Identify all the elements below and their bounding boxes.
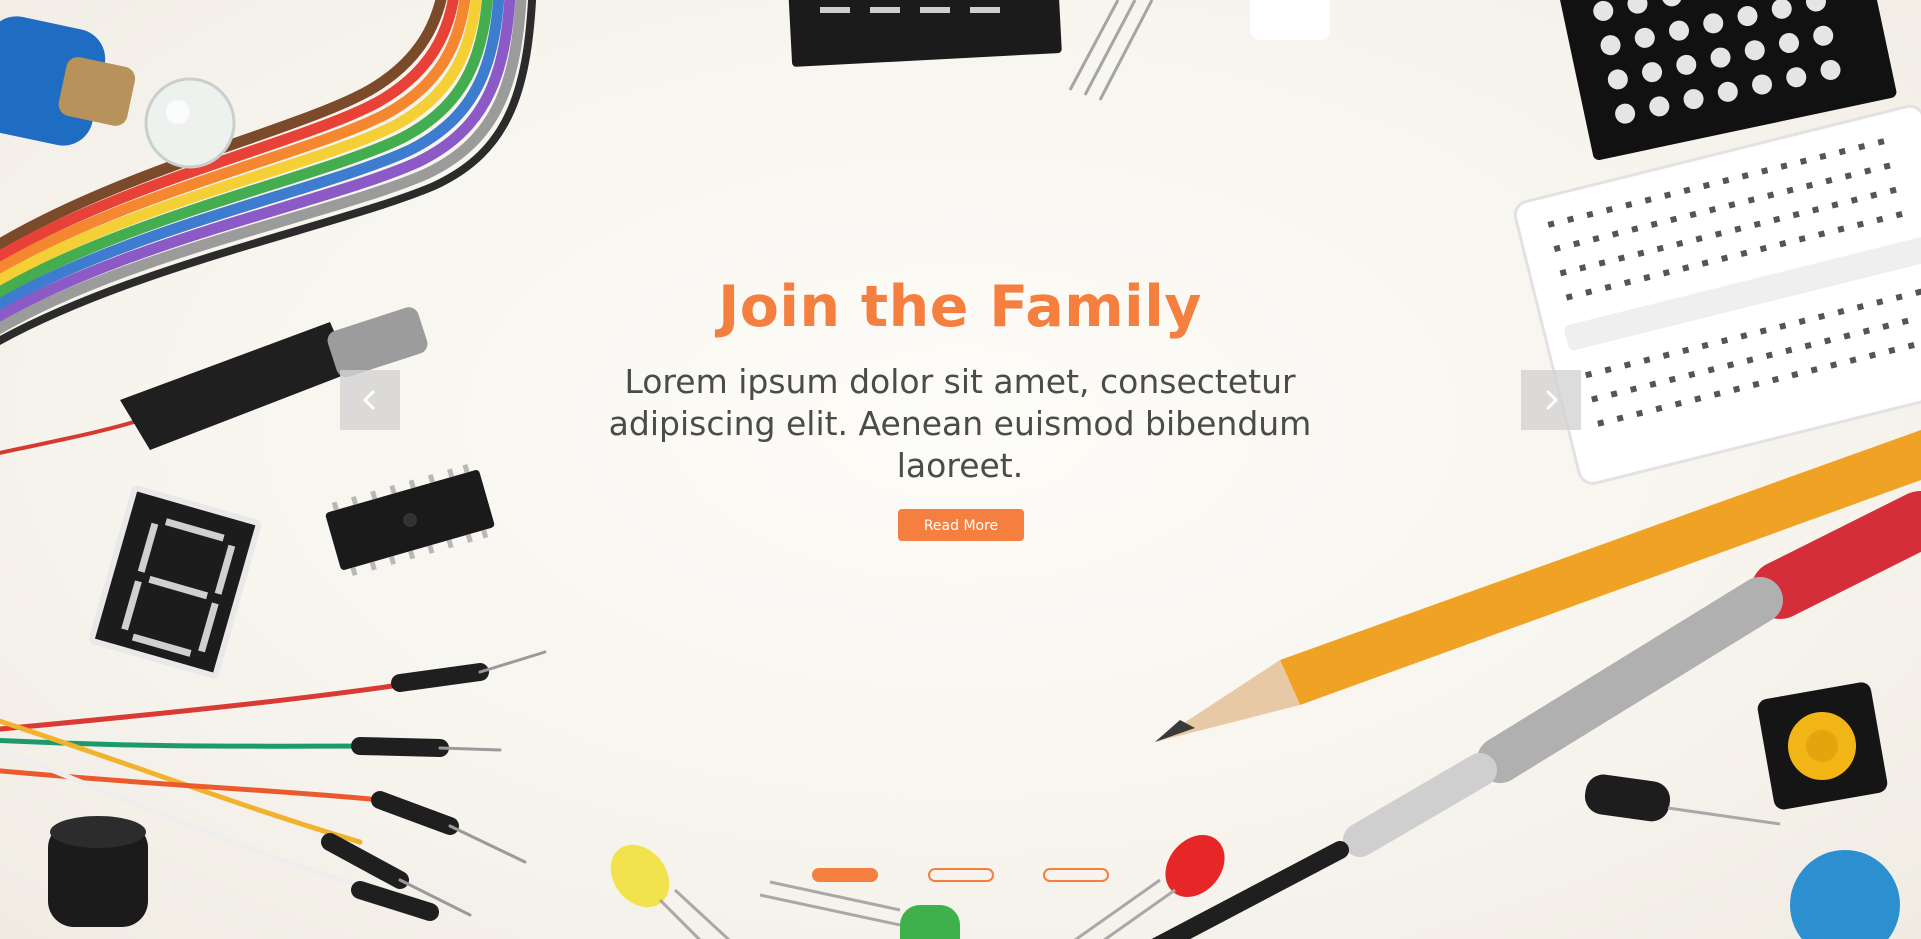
hero-title: Join the Family [718,274,1202,340]
hero-description: Lorem ipsum dolor sit amet, consectetur … [608,362,1312,485]
light-bulb-image [0,16,236,169]
push-button-image [1757,682,1888,810]
carousel-indicators [812,868,1112,882]
hero-content: Join the Family Lorem ipsum dolor sit am… [460,272,1460,487]
hero-banner: Join the Family Lorem ipsum dolor sit am… [0,0,1921,939]
seven-segment-display-image [88,485,262,679]
carousel-next-button[interactable] [1521,370,1581,430]
carousel-indicator-1[interactable] [812,868,878,882]
carousel-indicator-3[interactable] [1043,868,1109,882]
top-display-image [788,0,1330,101]
buzzer-image [48,816,148,927]
read-more-button[interactable]: Read More [898,509,1024,541]
chevron-right-icon [1546,390,1558,410]
chevron-left-icon [363,390,375,410]
carousel-prev-button[interactable] [340,370,400,430]
carousel-indicator-2[interactable] [928,868,994,882]
